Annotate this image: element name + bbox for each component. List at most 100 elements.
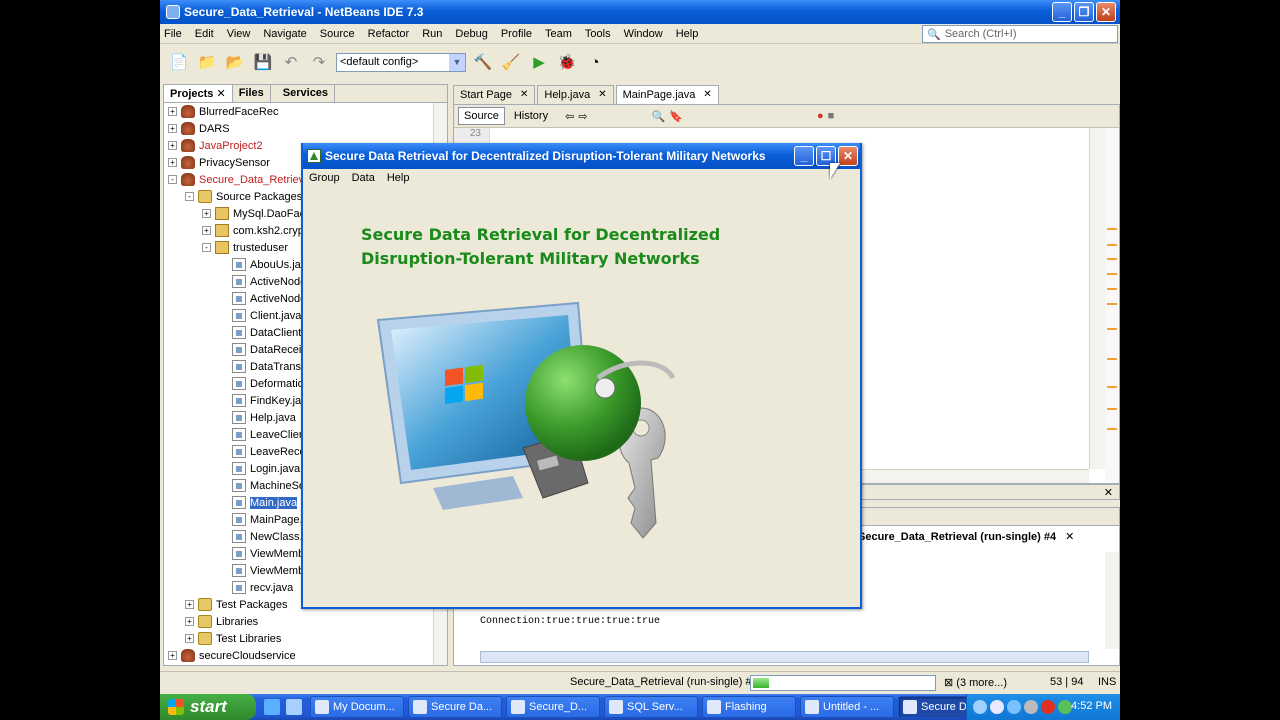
menu-profile[interactable]: Profile	[501, 28, 532, 40]
tree-item[interactable]: + Test Packages	[185, 596, 288, 613]
tray-icon[interactable]	[1007, 700, 1021, 714]
tray-icon[interactable]	[1058, 700, 1072, 714]
menu-navigate[interactable]: Navigate	[263, 28, 306, 40]
expand-icon[interactable]: +	[185, 634, 194, 643]
tree-item[interactable]: AbouUs.java	[219, 256, 312, 273]
tree-item[interactable]: - Source Packages	[185, 188, 302, 205]
tab-mainpage-java[interactable]: MainPage.java ✕	[615, 85, 719, 104]
tab-start-page[interactable]: Start Page ✕	[453, 85, 536, 104]
tab-services[interactable]: Services	[277, 85, 336, 102]
debug-icon[interactable]: 🐞	[556, 51, 578, 73]
open-project-icon[interactable]: 📂	[224, 51, 246, 73]
menu-data[interactable]: Data	[352, 172, 375, 184]
output-tab[interactable]: Secure_Data_Retrieval (run-single) #4 ✕	[858, 530, 1074, 543]
close-icon[interactable]: ✕	[1104, 486, 1113, 499]
config-select[interactable]: <default config> ▼	[336, 52, 466, 72]
expand-icon[interactable]: +	[168, 124, 177, 133]
expand-icon[interactable]: +	[168, 141, 177, 150]
tree-item[interactable]: Login.java	[219, 460, 300, 477]
menu-window[interactable]: Window	[624, 28, 663, 40]
breakpoint-icon[interactable]: ●	[817, 110, 824, 122]
new-project-icon[interactable]: 📁	[196, 51, 218, 73]
tree-item[interactable]: FindKey.java	[219, 392, 313, 409]
expand-icon[interactable]: +	[202, 209, 211, 218]
expand-icon[interactable]: +	[168, 651, 177, 660]
tree-item[interactable]: + BlurredFaceRec	[168, 103, 278, 120]
taskbar-button[interactable]: Untitled - ...	[800, 696, 894, 718]
build-icon[interactable]: 🔨	[472, 51, 494, 73]
search-input[interactable]: 🔍 Search (Ctrl+I)	[922, 25, 1118, 43]
tab-help-java[interactable]: Help.java ✕	[537, 85, 614, 104]
close-icon[interactable]: ✕	[520, 89, 528, 104]
taskbar-button[interactable]: SQL Serv...	[604, 696, 698, 718]
ie-icon[interactable]	[264, 699, 280, 715]
history-button[interactable]: History	[509, 108, 553, 124]
restore-button[interactable]: ❐	[1074, 2, 1094, 22]
expand-icon[interactable]: +	[185, 600, 194, 609]
tree-item[interactable]: - Secure_Data_Retrieval	[168, 171, 313, 188]
expand-icon[interactable]: +	[168, 158, 177, 167]
menu-file[interactable]: File	[164, 28, 182, 40]
tray-icon[interactable]	[990, 700, 1004, 714]
find-icon[interactable]: 🔍	[652, 110, 666, 123]
close-icon[interactable]: ✕	[598, 89, 606, 104]
clean-build-icon[interactable]: 🧹	[500, 51, 522, 73]
new-file-icon[interactable]: 📄	[168, 51, 190, 73]
close-button[interactable]: ✕	[1096, 2, 1116, 22]
tray-icon[interactable]	[1024, 700, 1038, 714]
back-icon[interactable]: ⇦	[565, 110, 574, 123]
tree-item[interactable]: Help.java	[219, 409, 296, 426]
taskbar-button[interactable]: Secure Da...	[408, 696, 502, 718]
menu-view[interactable]: View	[227, 28, 251, 40]
source-button[interactable]: Source	[458, 107, 505, 125]
desktop-icon[interactable]	[286, 699, 302, 715]
taskbar-button[interactable]: My Docum...	[310, 696, 404, 718]
tree-item[interactable]: recv.java	[219, 579, 293, 596]
expand-icon[interactable]: +	[185, 617, 194, 626]
tree-item[interactable]: + com.ksh2.crypto	[202, 222, 313, 239]
tree-item[interactable]: + secureCloudservice	[168, 647, 296, 664]
tree-item[interactable]: + JavaProject2	[168, 137, 263, 154]
output-vscroll[interactable]	[1105, 552, 1119, 649]
redo-icon[interactable]: ↷	[308, 51, 330, 73]
menu-help[interactable]: Help	[676, 28, 699, 40]
menu-tools[interactable]: Tools	[585, 28, 611, 40]
menu-refactor[interactable]: Refactor	[368, 28, 410, 40]
menu-debug[interactable]: Debug	[455, 28, 487, 40]
menu-team[interactable]: Team	[545, 28, 572, 40]
run-icon[interactable]: ▶	[528, 51, 550, 73]
bookmark-icon[interactable]: 🔖	[669, 110, 683, 123]
tree-item[interactable]: + PrivacySensor	[168, 154, 270, 171]
undo-icon[interactable]: ↶	[280, 51, 302, 73]
start-button[interactable]: start	[160, 694, 256, 720]
tab-projects[interactable]: Projects ✕	[164, 85, 233, 102]
menu-group[interactable]: Group	[309, 172, 340, 184]
save-all-icon[interactable]: 💾	[252, 51, 274, 73]
menu-source[interactable]: Source	[320, 28, 355, 40]
taskbar-button[interactable]: Flashing	[702, 696, 796, 718]
menu-run[interactable]: Run	[422, 28, 442, 40]
editor-vscroll[interactable]	[1089, 128, 1105, 469]
dialog-minimize-button[interactable]: _	[794, 146, 814, 166]
close-icon[interactable]: ✕	[703, 89, 711, 104]
tab-files[interactable]: Files	[233, 85, 271, 102]
menu-edit[interactable]: Edit	[195, 28, 214, 40]
tree-item[interactable]: + Libraries	[185, 613, 258, 630]
minimize-button[interactable]: _	[1052, 2, 1072, 22]
expand-icon[interactable]: +	[202, 226, 211, 235]
window-titlebar[interactable]: Secure_Data_Retrieval - NetBeans IDE 7.3…	[160, 0, 1120, 24]
tree-item[interactable]: + DARS	[168, 120, 230, 137]
collapse-icon[interactable]: -	[202, 243, 211, 252]
menu-help[interactable]: Help	[387, 172, 410, 184]
stop-icon[interactable]: ■	[828, 110, 835, 122]
tree-item[interactable]: Client.java	[219, 307, 301, 324]
collapse-icon[interactable]: -	[168, 175, 177, 184]
warning-icon[interactable]	[1041, 700, 1055, 714]
tree-item[interactable]: - trusteduser	[202, 239, 288, 256]
dialog-close-button[interactable]: ✕	[838, 146, 858, 166]
expand-icon[interactable]: +	[168, 107, 177, 116]
output-hscroll[interactable]	[480, 651, 1089, 663]
collapse-icon[interactable]: -	[185, 192, 194, 201]
tree-item[interactable]: Main.java	[219, 494, 298, 511]
taskbar-button[interactable]: Secure_D...	[506, 696, 600, 718]
